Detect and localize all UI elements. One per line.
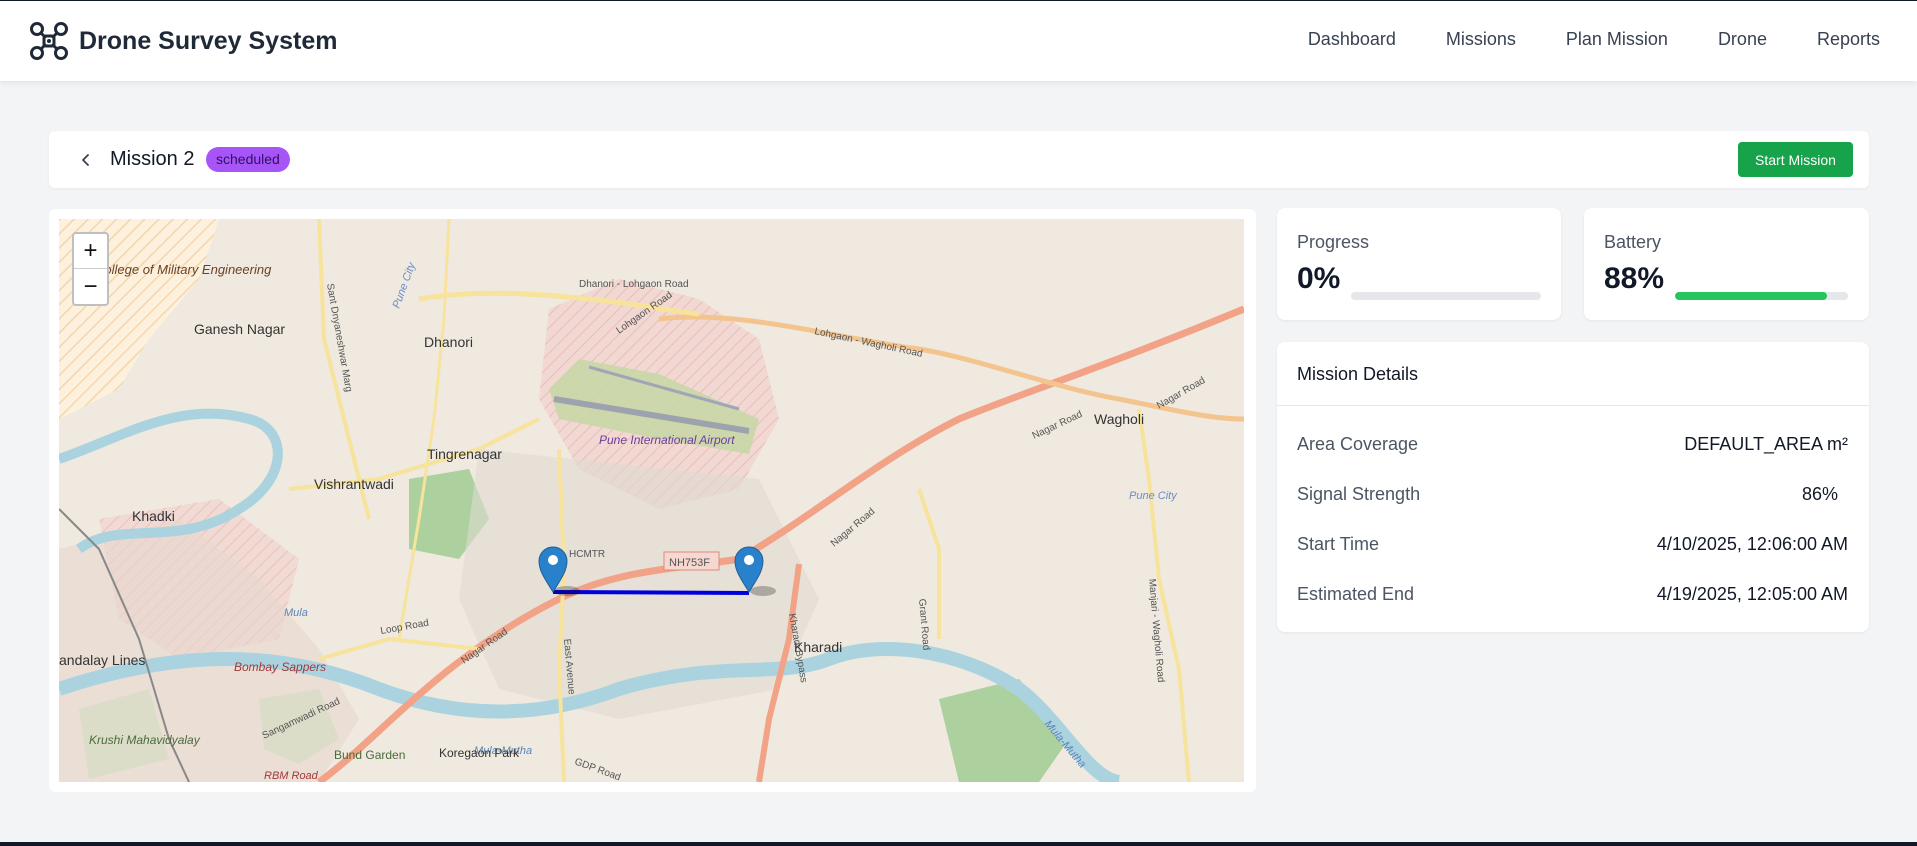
detail-label: Area Coverage [1297,434,1419,454]
battery-value: 88% [1604,262,1665,295]
zoom-control: + − [72,232,109,306]
map-tiles: College of Military Engineering Ganesh N… [59,219,1244,782]
main-nav: Dashboard Missions Plan Mission Drone Re… [1308,29,1880,50]
map-label-nh753f: NH753F [669,557,710,569]
map-label-wagholi: Wagholi [1094,411,1144,427]
progress-bar [1351,292,1541,300]
battery-bar-fill [1675,292,1828,300]
map-label-dhanori-lohgaon-road: Dhanori - Lohgaon Road [579,279,689,290]
drone-icon [30,22,68,60]
detail-value: 4/10/2025, 12:06:00 AM [1656,534,1848,554]
start-mission-button[interactable]: Start Mission [1738,142,1853,177]
detail-value: 4/19/2025, 12:05:00 AM [1656,584,1848,604]
map-label-hcmtr: HCMTR [569,549,605,560]
mission-title: Mission 2 [110,148,195,170]
nav-dashboard[interactable]: Dashboard [1308,29,1396,50]
progress-card: Progress 0% [1277,208,1561,320]
detail-value: DEFAULT_AREA m² [1684,434,1848,454]
map-label-bund-garden: Bund Garden [334,748,405,762]
detail-row-estimated-end: Estimated End 4/19/2025, 12:05:00 AM [1297,580,1848,610]
map-card: College of Military Engineering Ganesh N… [49,209,1256,792]
map-label-krushi: Krushi Mahavidyalay [89,733,201,747]
page-bottom-border [0,842,1917,846]
map-label-ganesh-nagar: Ganesh Nagar [194,321,285,337]
detail-row-start-time: Start Time 4/10/2025, 12:06:00 AM [1297,530,1848,560]
detail-value: 86% [1801,484,1838,504]
mission-header: Mission 2 scheduled Start Mission [49,131,1869,188]
detail-label: Estimated End [1297,584,1415,604]
map-label-mula: Mula [284,607,308,619]
map-label-koregaon-park: Koregaon Park [439,746,520,760]
details-divider [1277,405,1869,406]
map-label-pune-city-2: Pune City [1129,490,1178,502]
nav-reports[interactable]: Reports [1817,29,1880,50]
map-label-airport: Pune International Airport [599,433,735,447]
detail-label: Signal Strength [1297,484,1421,504]
details-title: Mission Details [1297,364,1419,384]
status-badge: scheduled [206,147,290,172]
nav-drone[interactable]: Drone [1718,29,1767,50]
battery-label: Battery [1604,232,1662,252]
nav-plan-mission[interactable]: Plan Mission [1566,29,1668,50]
brand[interactable]: Drone Survey System [29,21,337,61]
progress-value: 0% [1297,262,1341,295]
top-navbar: Drone Survey System Dashboard Missions P… [0,0,1917,81]
map-label-bandalay-lines: andalay Lines [59,652,145,668]
battery-bar [1675,292,1848,300]
detail-row-area: Area Coverage DEFAULT_AREA m² [1297,430,1848,460]
mission-details-card: Mission Details Area Coverage DEFAULT_AR… [1277,342,1869,632]
map-label-rbm-road: RBM Road [264,770,319,782]
app-title: Drone Survey System [79,26,338,55]
mission-map[interactable]: College of Military Engineering Ganesh N… [59,219,1244,782]
map-label-tingrenagar: Tingrenagar [427,446,502,462]
progress-label: Progress [1297,232,1370,252]
mission-route-line [552,590,750,595]
detail-row-signal: Signal Strength 86% [1297,480,1848,510]
back-button[interactable] [71,145,101,175]
detail-label: Start Time [1297,534,1380,554]
map-label-khadki: Khadki [132,508,175,524]
zoom-in-button[interactable]: + [74,234,107,269]
nav-missions[interactable]: Missions [1446,29,1516,50]
map-label-dhanori: Dhanori [424,334,473,350]
map-label-bombay-sappers: Bombay Sappers [234,660,326,674]
map-label-vishrantwadi: Vishrantwadi [314,476,394,492]
map-label-college: College of Military Engineering [95,262,272,277]
battery-card: Battery 88% [1584,208,1869,320]
chevron-left-icon [82,154,89,166]
zoom-out-button[interactable]: − [74,269,107,304]
